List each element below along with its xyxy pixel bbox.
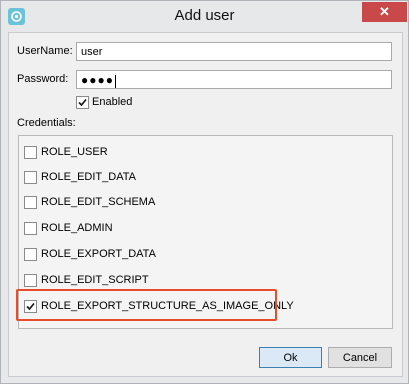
role-item-edit-data[interactable]: ROLE_EDIT_DATA [19, 167, 392, 189]
enabled-label: Enabled [92, 96, 133, 108]
role-item-user[interactable]: ROLE_USER [19, 142, 392, 164]
role-checkbox[interactable] [24, 222, 37, 235]
role-label: ROLE_USER [41, 146, 108, 158]
role-label: ROLE_ADMIN [41, 222, 113, 234]
title-bar: Add user ✕ [1, 1, 408, 32]
role-label: ROLE_EDIT_SCRIPT [41, 274, 149, 286]
role-label: ROLE_EXPORT_DATA [41, 248, 156, 260]
role-checkbox[interactable] [24, 146, 37, 159]
role-label: ROLE_EDIT_SCHEMA [41, 196, 156, 208]
checkmark-icon [78, 98, 87, 107]
cancel-button[interactable]: Cancel [328, 347, 392, 368]
ok-button[interactable]: Ok [259, 347, 322, 368]
close-icon: ✕ [379, 4, 390, 19]
role-item-edit-schema[interactable]: ROLE_EDIT_SCHEMA [19, 192, 392, 214]
add-user-dialog: Add user ✕ UserName: user Password: ●●●●… [0, 0, 409, 384]
role-checkbox[interactable] [24, 274, 37, 287]
close-button[interactable]: ✕ [362, 2, 407, 22]
enabled-checkbox[interactable] [76, 96, 89, 109]
password-label: Password: [17, 73, 69, 85]
role-label: ROLE_EDIT_DATA [41, 171, 136, 183]
role-checkbox[interactable] [24, 196, 37, 209]
window-title: Add user [174, 7, 235, 24]
role-item-admin[interactable]: ROLE_ADMIN [19, 218, 392, 240]
role-item-export-data[interactable]: ROLE_EXPORT_DATA [19, 244, 392, 266]
password-field[interactable]: ●●●● [76, 70, 392, 89]
role-checkbox[interactable] [24, 171, 37, 184]
dialog-content: UserName: user Password: ●●●● Enabled Cr… [8, 32, 403, 377]
username-field[interactable]: user [76, 42, 392, 61]
credentials-label: Credentials: [17, 117, 76, 129]
role-checkbox[interactable] [24, 248, 37, 261]
username-label: UserName: [17, 45, 73, 57]
text-caret [115, 74, 116, 88]
password-value: ●●●● [81, 73, 114, 87]
highlight-box [16, 289, 277, 321]
